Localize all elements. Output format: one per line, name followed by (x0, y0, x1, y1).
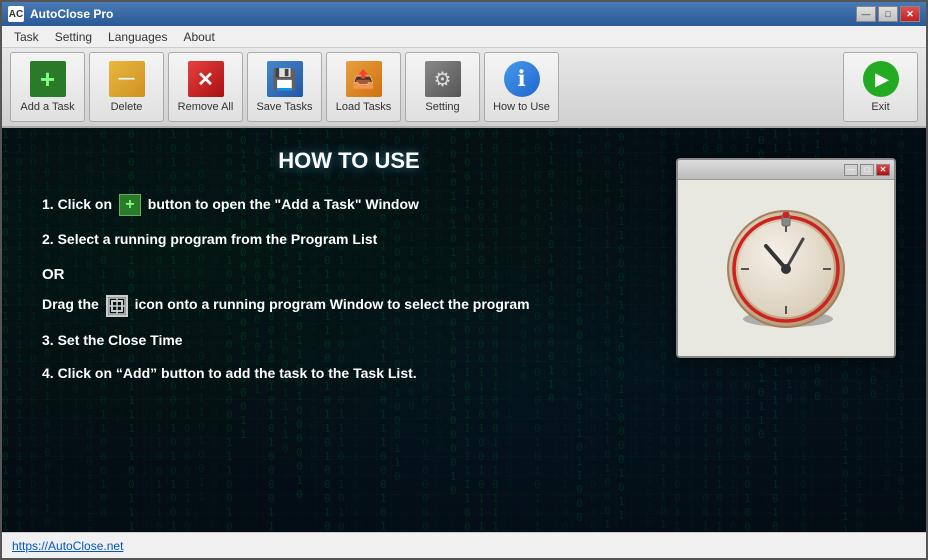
how-to-use-label: How to Use (493, 101, 550, 113)
save-tasks-label: Save Tasks (256, 101, 312, 113)
remove-all-icon (188, 61, 224, 97)
instructions: HOW TO USE 1. Click on + button to open … (42, 148, 656, 398)
scr-close-btn: ✕ (876, 164, 890, 176)
delete-label: Delete (111, 101, 143, 113)
toolbar: Add a Task Delete Remove All Save Tasks … (2, 48, 926, 128)
minimize-button[interactable]: — (856, 6, 876, 22)
maximize-button[interactable]: □ (878, 6, 898, 22)
step-1: 1. Click on + button to open the "Add a … (42, 194, 656, 216)
main-content: 1 1 1 0 1 0 0 0 1 0 0 1 1 1 0 1 1 0 1 0 … (2, 128, 926, 532)
remove-all-button[interactable]: Remove All (168, 52, 243, 122)
status-bar: https://AutoClose.net (2, 532, 926, 558)
website-link[interactable]: https://AutoClose.net (12, 539, 123, 553)
scr-maximize-btn: □ (860, 164, 874, 176)
setting-icon (425, 61, 461, 97)
menu-about[interactable]: About (175, 28, 222, 46)
load-tasks-button[interactable]: Load Tasks (326, 52, 401, 122)
load-tasks-label: Load Tasks (336, 101, 391, 113)
window-title: AutoClose Pro (30, 7, 856, 21)
or-divider: OR (42, 264, 656, 285)
load-tasks-icon (346, 61, 382, 97)
setting-button[interactable]: Setting (405, 52, 480, 122)
menu-bar: Task Setting Languages About (2, 26, 926, 48)
step-2: 2. Select a running program from the Pro… (42, 230, 656, 250)
remove-all-label: Remove All (178, 101, 234, 113)
app-icon: AC (8, 6, 24, 22)
how-to-use-button[interactable]: How to Use (484, 52, 559, 122)
window-controls: — □ ✕ (856, 6, 920, 22)
add-task-label: Add a Task (20, 101, 74, 113)
scr-minimize-btn: — (844, 164, 858, 176)
setting-label: Setting (425, 101, 459, 113)
step-4: 4. Click on “Add” button to add the task… (42, 364, 656, 384)
screenshot-body (678, 180, 894, 358)
menu-task[interactable]: Task (6, 28, 47, 46)
clock-graphic (721, 204, 851, 334)
exit-button[interactable]: Exit (843, 52, 918, 122)
add-task-icon (30, 61, 66, 97)
drag-icon (106, 295, 128, 317)
main-window: AC AutoClose Pro — □ ✕ Task Setting Lang… (0, 0, 928, 560)
delete-icon (109, 61, 145, 97)
exit-icon (863, 61, 899, 97)
how-to-use-icon (504, 61, 540, 97)
inline-add-icon: + (119, 194, 141, 216)
delete-button[interactable]: Delete (89, 52, 164, 122)
content-area: HOW TO USE 1. Click on + button to open … (2, 128, 926, 408)
screenshot-window: — □ ✕ (676, 158, 896, 358)
step-3: 3. Set the Close Time (42, 331, 656, 351)
menu-setting[interactable]: Setting (47, 28, 100, 46)
save-tasks-icon (267, 61, 303, 97)
save-tasks-button[interactable]: Save Tasks (247, 52, 322, 122)
title-bar: AC AutoClose Pro — □ ✕ (2, 2, 926, 26)
step-drag: Drag the icon onto a running program Win… (42, 295, 656, 317)
screenshot-titlebar: — □ ✕ (678, 160, 894, 180)
exit-label: Exit (871, 101, 889, 113)
add-task-button[interactable]: Add a Task (10, 52, 85, 122)
menu-languages[interactable]: Languages (100, 28, 175, 46)
close-window-button[interactable]: ✕ (900, 6, 920, 22)
howto-title: HOW TO USE (42, 148, 656, 174)
